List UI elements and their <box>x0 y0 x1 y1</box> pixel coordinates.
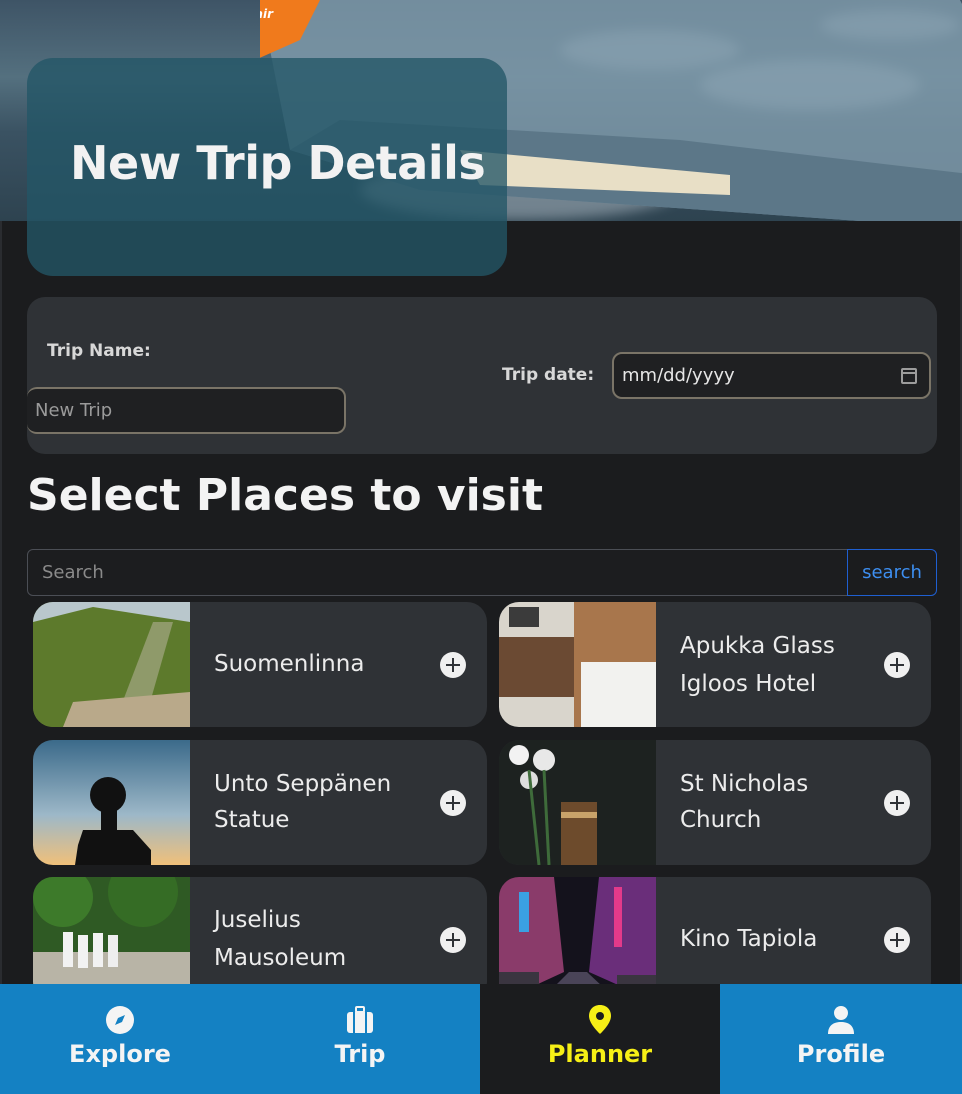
place-name-line2: Church <box>680 807 762 833</box>
trip-name-input[interactable]: New Trip <box>27 387 346 434</box>
search-input[interactable]: Search <box>27 549 848 596</box>
nav-explore[interactable]: Explore <box>0 984 240 1094</box>
nav-trip[interactable]: Trip <box>240 984 480 1094</box>
add-place-icon[interactable] <box>440 927 466 953</box>
hotel-room-photo <box>499 602 656 727</box>
search-placeholder: Search <box>42 562 104 583</box>
place-name: Kino Tapiola <box>680 926 818 952</box>
nav-planner[interactable]: Planner <box>480 984 720 1094</box>
nav-label: Planner <box>547 1040 653 1068</box>
place-card-apukka[interactable]: Apukka Glass Igloos Hotel <box>499 602 931 727</box>
place-name-line1: Apukka Glass <box>680 633 835 659</box>
place-name-line1: Juselius <box>214 907 301 933</box>
trip-date-input[interactable]: mm/dd/yyyy <box>612 352 931 399</box>
add-place-icon[interactable] <box>884 790 910 816</box>
place-card-st-nicholas[interactable]: St Nicholas Church <box>499 740 931 865</box>
calendar-icon[interactable] <box>901 368 917 384</box>
section-title: Select Places to visit <box>27 470 543 521</box>
statue-silhouette-photo <box>33 740 190 865</box>
airline-logo: JEJUair <box>260 7 274 21</box>
place-name-line2: Statue <box>214 807 290 833</box>
trip-date-value: mm/dd/yyyy <box>622 365 735 386</box>
trip-name-label: Trip Name: <box>47 341 151 361</box>
search-button[interactable]: search <box>847 549 937 596</box>
flowers-book-photo <box>499 740 656 865</box>
map-pin-icon <box>584 1004 616 1036</box>
add-place-icon[interactable] <box>440 652 466 678</box>
place-name-line1: St Nicholas <box>680 771 809 797</box>
place-card-unto-seppanen[interactable]: Unto Seppänen Statue <box>33 740 487 865</box>
person-icon <box>825 1004 857 1036</box>
place-name-line2: Igloos Hotel <box>680 671 817 697</box>
page-title: New Trip Details <box>70 136 486 190</box>
nav-label: Trip <box>334 1040 386 1068</box>
compass-icon <box>104 1004 136 1036</box>
add-place-icon[interactable] <box>884 927 910 953</box>
trip-date-label: Trip date: <box>502 365 595 385</box>
place-name-line2: Mausoleum <box>214 945 347 971</box>
suitcase-icon <box>344 1004 376 1036</box>
add-place-icon[interactable] <box>884 652 910 678</box>
place-name: Suomenlinna <box>214 651 365 677</box>
place-card-suomenlinna[interactable]: Suomenlinna <box>33 602 487 727</box>
stairs-hill-photo <box>33 602 190 727</box>
nav-label: Profile <box>796 1040 886 1068</box>
nav-label: Explore <box>69 1040 171 1068</box>
nav-profile[interactable]: Profile <box>720 984 962 1094</box>
trip-name-placeholder: New Trip <box>35 400 113 421</box>
place-name-line1: Unto Seppänen <box>214 771 392 797</box>
bottom-navigation: Explore Trip Planner Profile <box>0 984 962 1094</box>
add-place-icon[interactable] <box>440 790 466 816</box>
